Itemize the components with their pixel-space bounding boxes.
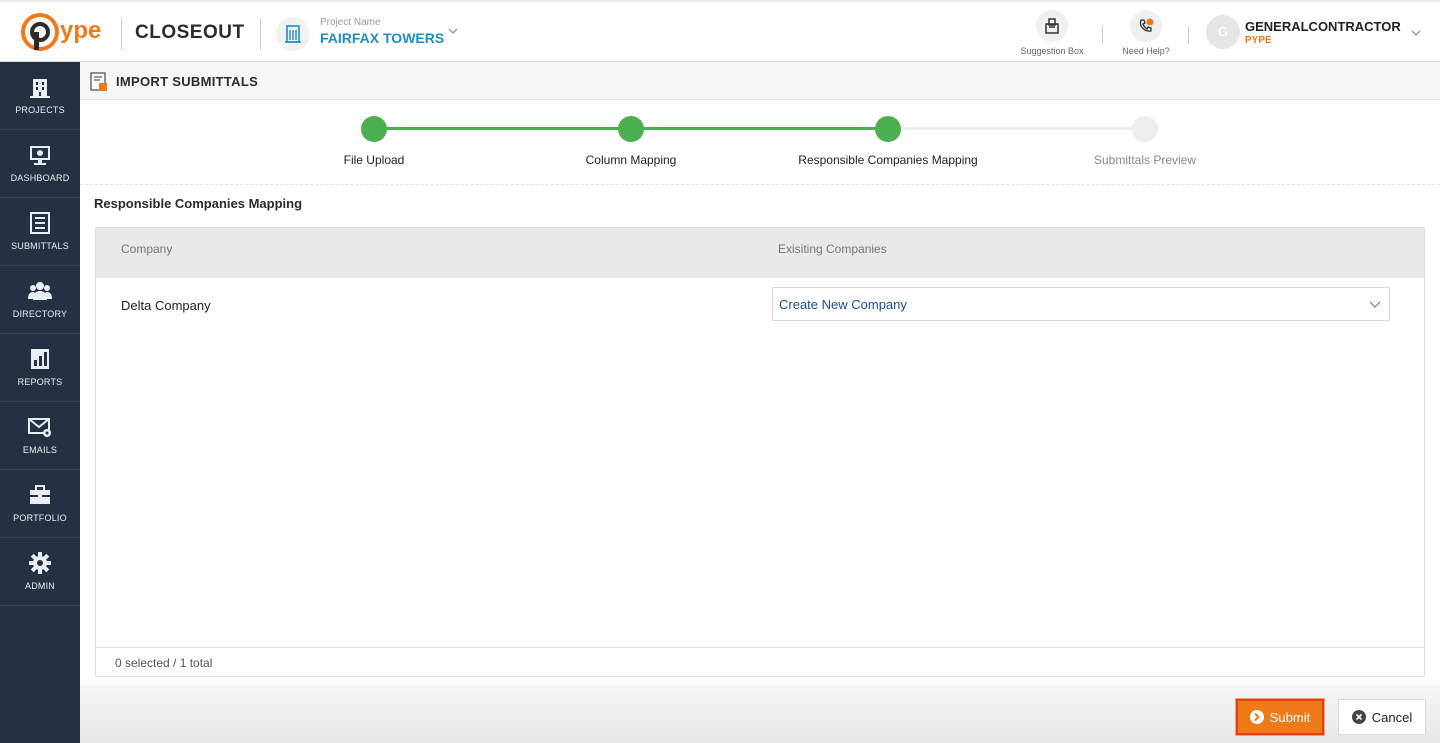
column-header-existing-companies[interactable]: Exisiting Companies: [778, 242, 887, 256]
sidebar-item-dashboard[interactable]: DASHBOARD: [0, 130, 80, 198]
step-indicator-file-upload: [361, 116, 387, 142]
import-document-icon: [90, 72, 107, 91]
gear-icon: [29, 552, 51, 574]
column-header-company[interactable]: Company: [121, 242, 172, 256]
arrow-circle-right-icon: [1249, 710, 1264, 724]
submit-label: Submit: [1269, 709, 1311, 725]
sidebar-item-projects[interactable]: PROJECTS: [0, 62, 80, 130]
users-icon: [28, 282, 52, 300]
project-chevron-down-icon[interactable]: [447, 25, 459, 37]
logo-text: ype: [60, 17, 102, 44]
mail-icon: [28, 418, 51, 437]
sidebar-item-directory[interactable]: DIRECTORY: [0, 266, 80, 334]
user-menu-chevron-down-icon[interactable]: [1410, 27, 1422, 39]
sidebar-item-label: ADMIN: [25, 581, 55, 591]
top-border: [0, 0, 1440, 2]
building-icon: [30, 79, 50, 98]
header-divider: [1102, 26, 1103, 44]
sidebar-item-label: DIRECTORY: [12, 309, 68, 319]
sidebar-item-submittals[interactable]: SUBMITTALS: [0, 198, 80, 266]
step-label-companies-mapping: Responsible Companies Mapping: [798, 153, 978, 167]
existing-company-select[interactable]: Create New Company: [772, 287, 1390, 321]
step-label-file-upload: File Upload: [343, 153, 405, 167]
step-indicator-submittals-preview: [1132, 116, 1158, 142]
sidebar-item-portfolio[interactable]: PORTFOLIO: [0, 470, 80, 538]
report-icon: [31, 349, 49, 369]
sidebar-item-label: REPORTS: [17, 377, 63, 387]
step-indicator-column-mapping: [618, 116, 644, 142]
step-label-submittals-preview: Submittals Preview: [1093, 153, 1197, 167]
user-organization: PYPE: [1245, 35, 1272, 46]
page-title: IMPORT SUBMITTALS: [116, 74, 259, 89]
project-building-icon: [276, 17, 310, 51]
user-name[interactable]: GENERALCONTRACTOR: [1245, 19, 1401, 34]
suggestion-box-icon: [1036, 10, 1068, 42]
page-header: IMPORT SUBMITTALS: [80, 62, 1440, 100]
sidebar-item-reports[interactable]: REPORTS: [0, 334, 80, 402]
suggestion-box-button[interactable]: Suggestion Box: [1017, 8, 1087, 58]
sidebar-item-label: SUBMITTALS: [11, 241, 69, 251]
user-avatar[interactable]: G: [1206, 15, 1240, 49]
cancel-button[interactable]: Cancel: [1338, 699, 1426, 735]
existing-company-select-value: Create New Company: [779, 297, 907, 312]
suggestion-box-label: Suggestion Box: [1020, 46, 1084, 56]
companies-mapping-table: Company Exisiting Companies Delta Compan…: [95, 227, 1425, 677]
chevron-down-icon: [1369, 301, 1381, 308]
briefcase-icon: [30, 485, 50, 504]
monitor-icon: [30, 146, 50, 165]
company-name-cell: Delta Company: [121, 298, 211, 313]
import-stepper: File Upload Column Mapping Responsible C…: [80, 100, 1440, 185]
list-icon: [30, 212, 50, 234]
project-name-label: Project Name: [320, 17, 381, 28]
cancel-label: Cancel: [1371, 709, 1413, 725]
need-help-label: Need Help?: [1122, 46, 1170, 56]
stepper-connector: [888, 127, 1145, 130]
header-divider: [260, 18, 261, 50]
header-divider: [121, 18, 122, 50]
step-label-column-mapping: Column Mapping: [585, 153, 677, 167]
need-help-button[interactable]: Need Help?: [1111, 8, 1181, 58]
project-name[interactable]: FAIRFAX TOWERS: [320, 30, 444, 46]
app-title: CLOSEOUT: [135, 22, 245, 43]
action-footer: Submit Cancel: [80, 685, 1440, 743]
sidebar-item-label: PROJECTS: [15, 105, 65, 115]
sidebar-item-admin[interactable]: ADMIN: [0, 538, 80, 606]
header-divider: [1188, 26, 1189, 44]
table-header: Company Exisiting Companies: [96, 228, 1424, 278]
selection-count: 0 selected / 1 total: [115, 656, 213, 670]
sidebar-item-emails[interactable]: EMAILS: [0, 402, 80, 470]
submit-button[interactable]: Submit: [1236, 699, 1324, 735]
table-footer: 0 selected / 1 total: [95, 647, 1425, 677]
sidebar-nav: PROJECTS DASHBOARD SUBMITTALS DIRECTORY …: [0, 62, 80, 743]
sidebar-item-label: DASHBOARD: [10, 173, 70, 183]
stepper-connector: [374, 127, 631, 130]
top-header: ype CLOSEOUT Project Name FAIRFAX TOWERS…: [0, 0, 1440, 62]
sidebar-item-label: EMAILS: [22, 445, 58, 455]
sidebar-item-label: PORTFOLIO: [13, 513, 67, 523]
main-content: IMPORT SUBMITTALS File Upload Column Map…: [80, 62, 1440, 743]
stepper-connector: [631, 127, 888, 130]
section-title: Responsible Companies Mapping: [94, 196, 303, 211]
phone-help-icon: [1130, 10, 1162, 42]
step-indicator-companies-mapping: [875, 116, 901, 142]
pype-logo[interactable]: ype: [20, 12, 108, 52]
close-circle-icon: [1351, 710, 1366, 724]
logo-mark-icon: [21, 13, 59, 51]
